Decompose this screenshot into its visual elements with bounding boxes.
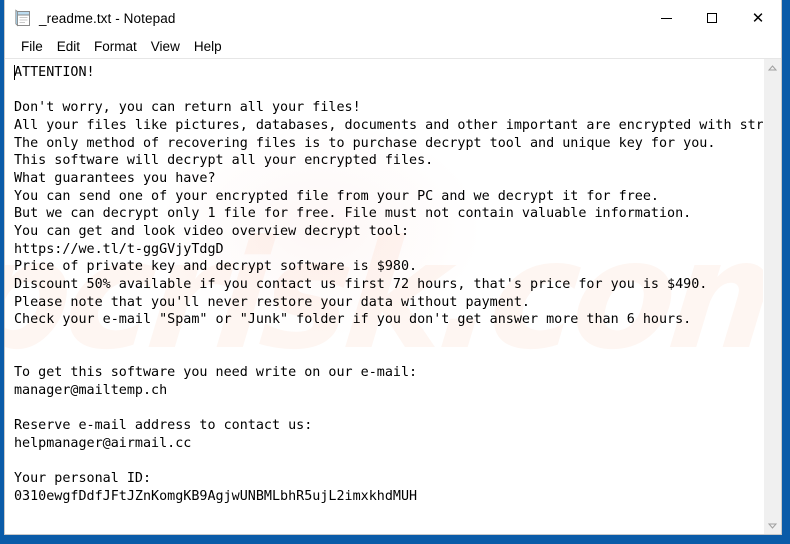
document-text[interactable]: ATTENTION! Don't worry, you can return a… [5, 59, 763, 505]
scroll-down-button[interactable] [764, 517, 781, 534]
scroll-down-icon [768, 523, 777, 529]
close-button[interactable]: ✕ [735, 0, 781, 36]
menu-item-view[interactable]: View [144, 38, 187, 56]
text-canvas[interactable]: pcrisk.com ATTENTION! Don't worry, you c… [5, 59, 763, 534]
notepad-window: _readme.txt - Notepad ✕ File Edit Format… [4, 0, 782, 535]
menu-item-format[interactable]: Format [87, 38, 144, 56]
editor-area: pcrisk.com ATTENTION! Don't worry, you c… [5, 58, 781, 534]
vertical-scrollbar[interactable] [763, 59, 781, 534]
menu-item-file[interactable]: File [14, 38, 50, 56]
text-caret [14, 65, 15, 80]
menu-item-edit[interactable]: Edit [50, 38, 87, 56]
scroll-up-button[interactable] [764, 59, 781, 76]
title-bar-left: _readme.txt - Notepad [5, 9, 175, 27]
minimize-icon [660, 17, 672, 19]
menu-bar: File Edit Format View Help [5, 36, 781, 58]
scroll-up-icon [768, 64, 777, 70]
menu-item-help[interactable]: Help [187, 38, 229, 56]
minimize-button[interactable] [643, 0, 689, 36]
window-controls: ✕ [643, 0, 781, 36]
close-icon: ✕ [751, 8, 765, 27]
title-bar[interactable]: _readme.txt - Notepad ✕ [5, 0, 781, 36]
maximize-button[interactable] [689, 0, 735, 36]
scrollbar-track[interactable] [764, 76, 781, 517]
window-title: _readme.txt - Notepad [39, 10, 176, 26]
notepad-icon [15, 9, 32, 27]
maximize-icon [707, 13, 717, 23]
